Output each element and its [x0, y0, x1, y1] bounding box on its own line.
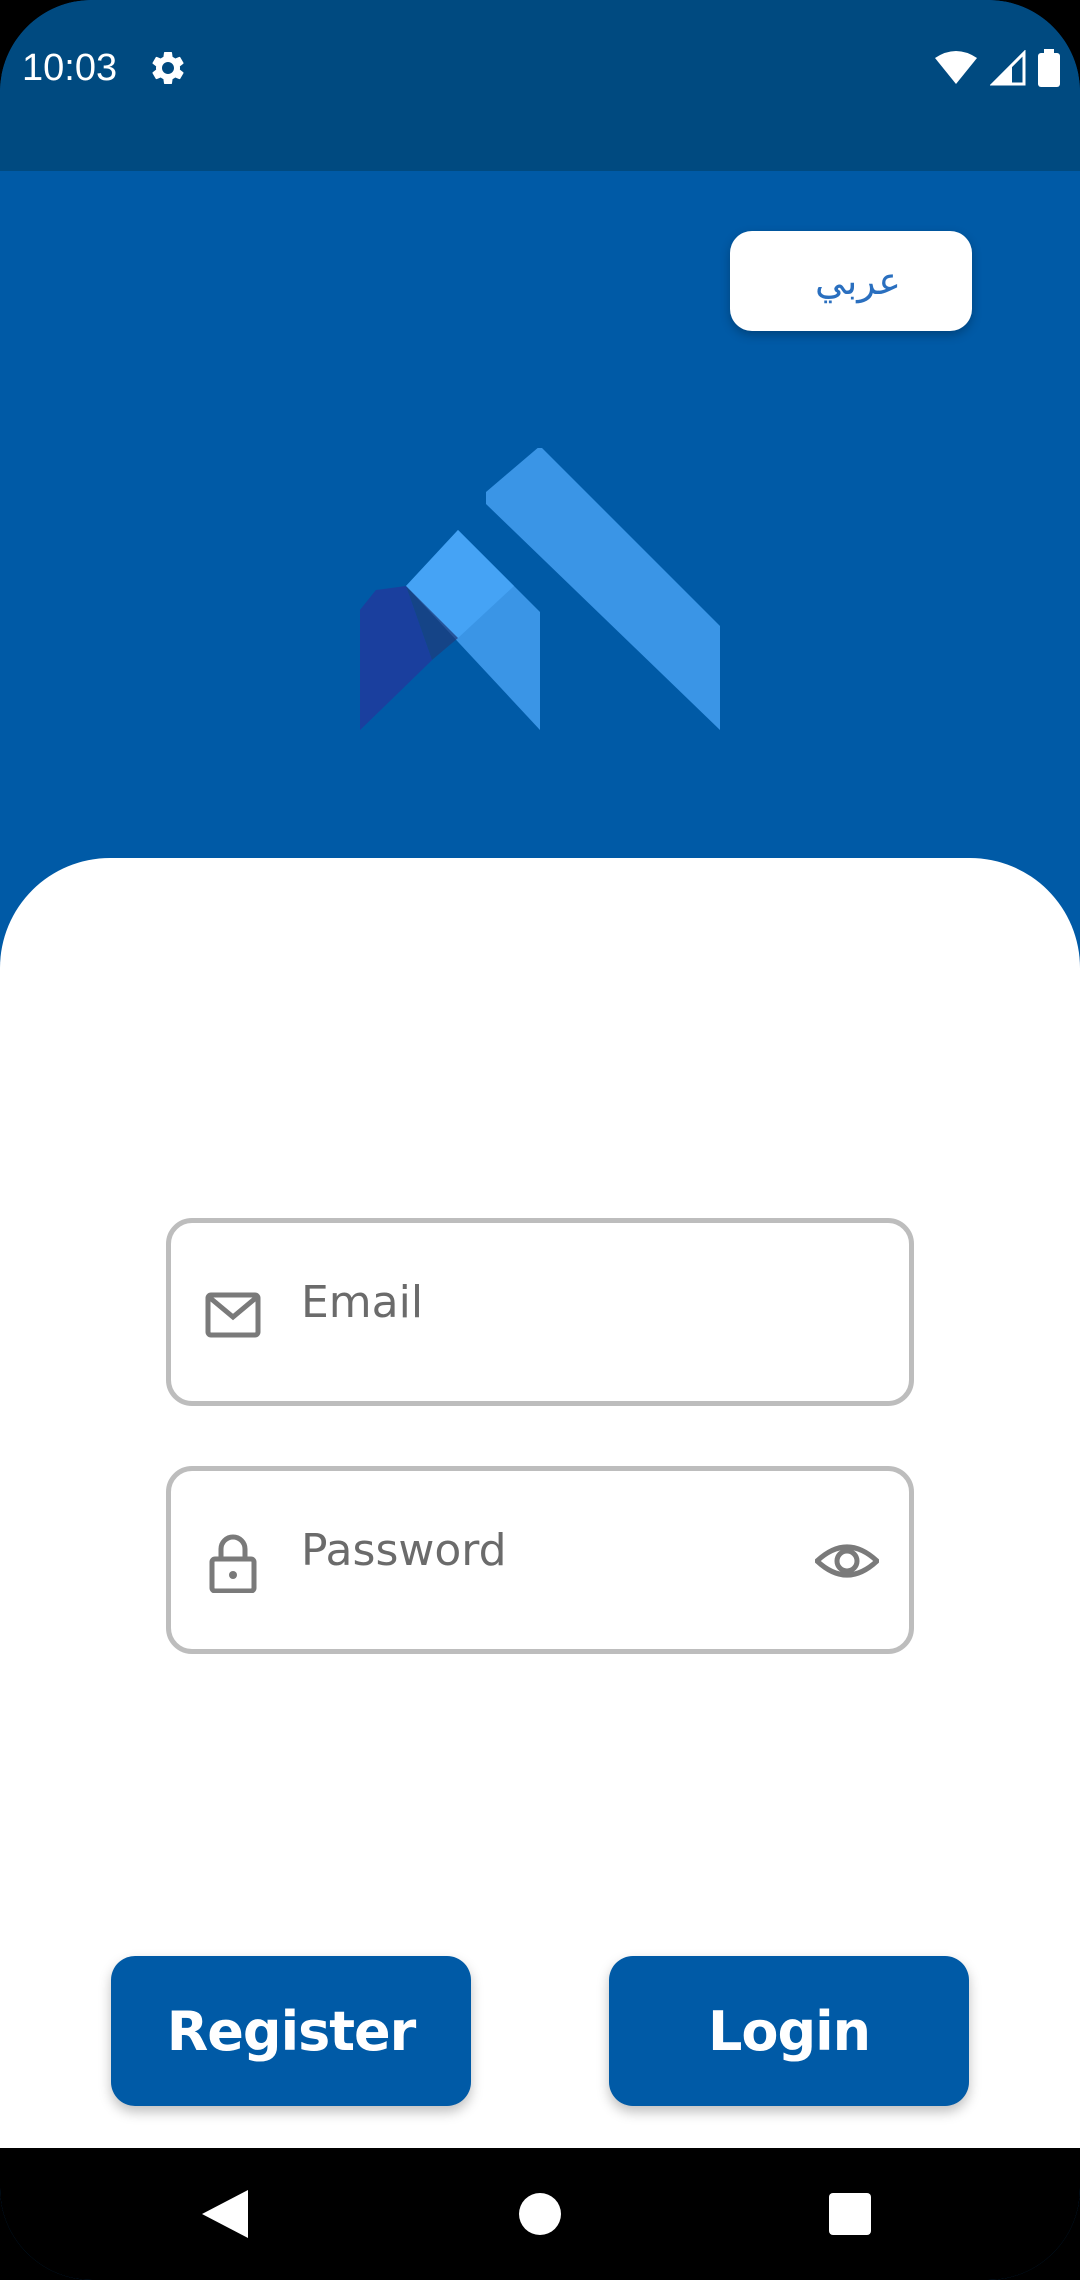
email-field[interactable]: Email — [166, 1218, 914, 1406]
wifi-icon — [935, 51, 977, 84]
navigation-bar — [0, 2148, 1080, 2280]
signal-icon — [990, 50, 1026, 86]
lock-icon — [209, 1534, 257, 1593]
home-icon[interactable] — [519, 2193, 561, 2235]
app-screen: 10:03 عربي Email Password Register Login — [0, 0, 1080, 2280]
status-icons — [934, 46, 1060, 90]
status-time: 10:03 — [22, 47, 118, 89]
settings-icon — [152, 51, 184, 84]
email-placeholder: Email — [301, 1276, 424, 1328]
login-button[interactable]: Login — [609, 1956, 969, 2106]
eye-icon[interactable] — [815, 1533, 879, 1589]
password-field[interactable]: Password — [166, 1466, 914, 1654]
recents-icon[interactable] — [829, 2193, 871, 2235]
status-bar: 10:03 — [0, 0, 1080, 171]
register-button[interactable]: Register — [111, 1956, 471, 2106]
app-logo — [360, 448, 720, 730]
mail-icon — [205, 1292, 261, 1338]
language-toggle-button[interactable]: عربي — [730, 231, 972, 331]
back-icon[interactable] — [202, 2190, 248, 2238]
password-placeholder: Password — [301, 1524, 507, 1576]
battery-icon — [1038, 49, 1060, 87]
